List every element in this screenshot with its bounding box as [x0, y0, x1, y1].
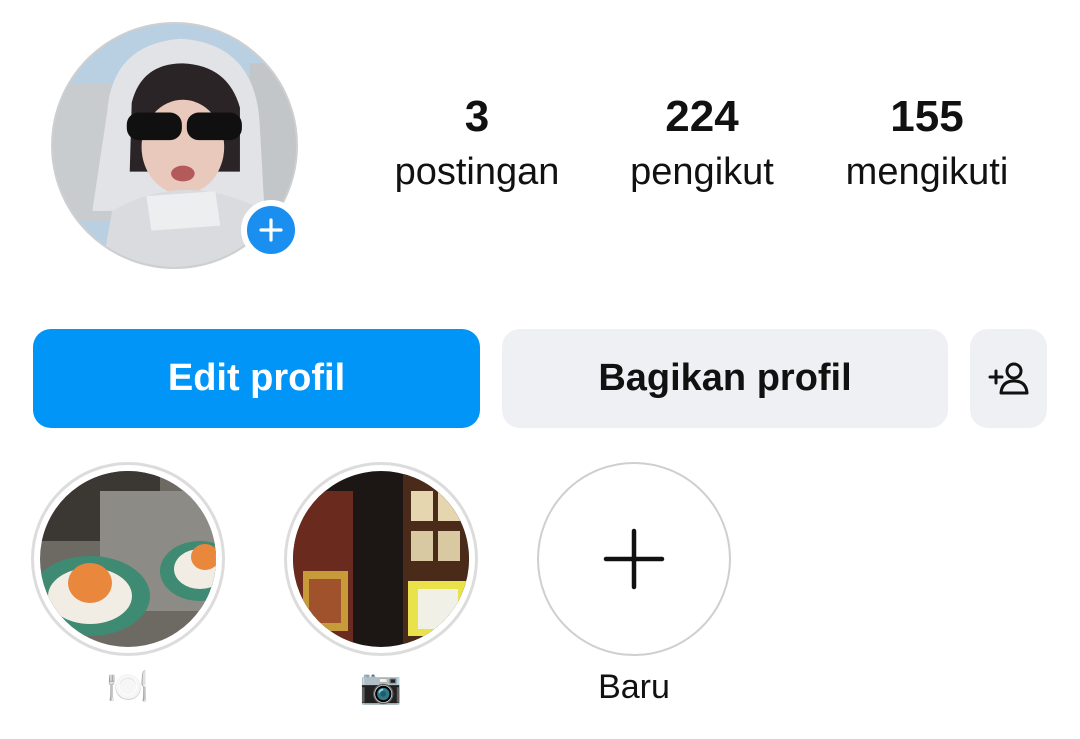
dessert-photo-icon [40, 471, 216, 647]
highlight-cover [293, 471, 469, 647]
plus-icon [259, 218, 283, 242]
posts-stat[interactable]: 3 postingan [367, 88, 587, 198]
shop-photo-icon [293, 471, 469, 647]
highlight-label: 🍽️ [106, 668, 150, 706]
new-highlight-button[interactable] [537, 462, 731, 656]
followers-count: 224 [665, 92, 739, 141]
new-highlight-item[interactable]: Baru [537, 462, 731, 712]
edit-profile-button[interactable]: Edit profil [33, 329, 480, 428]
following-count: 155 [890, 92, 964, 141]
following-label: mengikuti [845, 151, 1009, 193]
highlight-ring [31, 462, 225, 656]
highlight-cover [40, 471, 216, 647]
highlight-item[interactable]: 📷 [284, 462, 478, 712]
highlight-label: 📷 [359, 668, 403, 706]
profile-stats: 3 postingan 224 pengikut 155 mengikuti [0, 88, 1080, 208]
add-story-button[interactable] [241, 200, 301, 260]
share-profile-button[interactable]: Bagikan profil [502, 329, 948, 428]
plus-icon [603, 528, 665, 590]
posts-count: 3 [464, 92, 490, 141]
highlight-item[interactable]: 🍽️ [31, 462, 225, 712]
discover-people-button[interactable] [970, 329, 1047, 428]
followers-stat[interactable]: 224 pengikut [592, 88, 812, 198]
add-person-icon [988, 362, 1028, 394]
new-highlight-label: Baru [598, 668, 670, 706]
highlight-ring [284, 462, 478, 656]
following-stat[interactable]: 155 mengikuti [817, 88, 1037, 198]
followers-label: pengikut [630, 151, 774, 193]
posts-label: postingan [394, 151, 560, 193]
